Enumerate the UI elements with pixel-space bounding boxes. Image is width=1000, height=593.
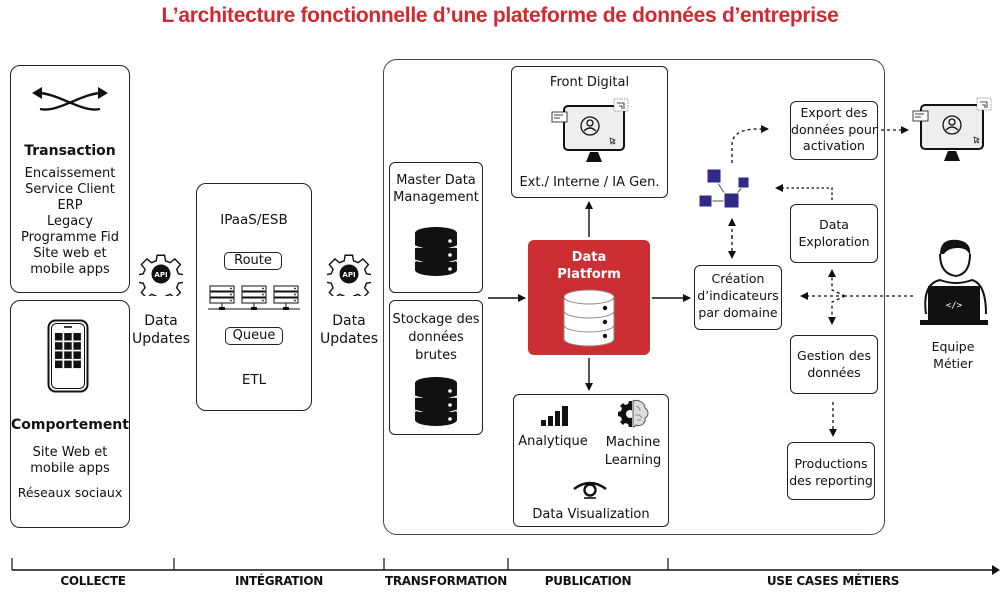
phase-publication: PUBLICATION	[544, 574, 632, 588]
arrow-hub-to-exploration	[828, 269, 846, 297]
arrow-hub-to-gestion	[828, 295, 846, 325]
phase-integration: INTÉGRATION	[235, 574, 323, 588]
connectors	[11, 125, 1000, 575]
arrow-exploration-to-network	[775, 184, 833, 200]
phase-transformation: TRANSFORMATION	[384, 574, 508, 588]
phase-collecte: COLLECTE	[60, 574, 126, 588]
phase-use-cases: USE CASES MÉTIERS	[766, 574, 900, 588]
arrow-network-to-export	[731, 125, 769, 163]
